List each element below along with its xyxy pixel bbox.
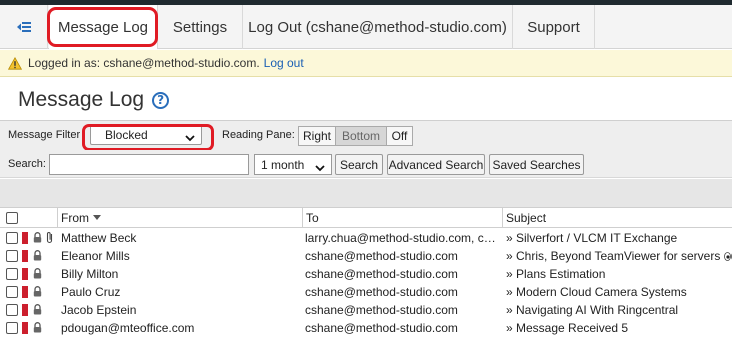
lock-icon xyxy=(33,286,42,300)
row-subject: » Modern Cloud Camera Systems xyxy=(506,285,687,299)
blocked-flag-icon xyxy=(22,322,28,334)
column-to[interactable]: To xyxy=(302,208,502,228)
message-filter-label: Message Filter xyxy=(8,129,81,141)
eyes-icon xyxy=(724,250,732,264)
row-to: cshane@method-studio.com xyxy=(305,303,458,317)
row-checkbox[interactable] xyxy=(6,322,18,334)
row-subject: » Message Received 5 xyxy=(506,321,629,335)
action-toolbar xyxy=(0,179,732,208)
column-from-label: From xyxy=(61,211,89,225)
row-checkbox[interactable] xyxy=(6,286,18,298)
blocked-flag-icon xyxy=(22,286,28,298)
row-from: Eleanor Mills xyxy=(61,249,130,263)
lock-icon xyxy=(33,232,42,246)
login-status-text: Logged in as: cshane@method-studio.com. xyxy=(28,56,260,70)
tab-message-log[interactable]: Message Log xyxy=(49,5,158,49)
column-subject[interactable]: Subject xyxy=(502,208,732,228)
row-subject-cell: » Modern Cloud Camera Systems xyxy=(506,285,732,299)
table-row[interactable]: Jacob Epstein cshane@method-studio.com » N… xyxy=(0,301,732,319)
table-row[interactable]: Matthew Beck larry.chua@method-studio.com… xyxy=(0,229,732,247)
blocked-flag-icon xyxy=(22,232,28,244)
tab-support[interactable]: Support xyxy=(513,5,595,49)
row-subject-cell: » Silverfort / VLCM IT Exchange xyxy=(506,231,732,245)
chevron-down-icon xyxy=(315,161,325,175)
row-subject: » Silverfort / VLCM IT Exchange xyxy=(506,231,678,245)
search-button[interactable]: Search xyxy=(335,154,383,175)
row-from: Billy Milton xyxy=(61,267,119,281)
search-label: Search: xyxy=(8,158,46,170)
advanced-search-button[interactable]: Advanced Search xyxy=(387,154,485,175)
row-checkbox[interactable] xyxy=(6,250,18,262)
collapse-sidebar-icon[interactable] xyxy=(0,5,48,49)
warning-icon xyxy=(8,56,22,70)
page-title: Message Log xyxy=(18,88,145,111)
row-from: Jacob Epstein xyxy=(61,303,137,317)
period-select[interactable]: 1 month xyxy=(254,154,332,175)
lock-icon xyxy=(33,268,42,282)
tab-log-out[interactable]: Log Out (cshane@method-studio.com) xyxy=(243,5,513,49)
reading-pane-bottom[interactable]: Bottom xyxy=(335,126,387,146)
blocked-flag-icon xyxy=(22,250,28,262)
row-checkbox[interactable] xyxy=(6,304,18,316)
row-subject: » Plans Estimation xyxy=(506,267,606,281)
blocked-flag-icon xyxy=(22,268,28,280)
filter-bar: Message Filter Blocked Reading Pane: Rig… xyxy=(0,121,732,150)
help-icon[interactable]: ? xyxy=(152,91,170,109)
message-filter-select[interactable]: Blocked xyxy=(90,125,202,145)
reading-pane-off[interactable]: Off xyxy=(386,126,413,146)
table-row[interactable]: Paulo Cruz cshane@method-studio.com » Mode… xyxy=(0,283,732,301)
row-subject-cell: » Navigating AI With Ringcentral xyxy=(506,303,732,317)
row-to: cshane@method-studio.com xyxy=(305,285,458,299)
message-grid-header: From To Subject xyxy=(0,208,732,228)
row-to: larry.chua@method-studio.com, csha... xyxy=(305,231,500,245)
row-subject-cell: » Message Received 5 xyxy=(506,321,732,335)
lock-icon xyxy=(33,250,42,264)
row-to: cshane@method-studio.com xyxy=(305,321,458,335)
row-subject-cell: » Plans Estimation xyxy=(506,267,732,281)
logout-link[interactable]: Log out xyxy=(264,56,304,70)
lock-icon xyxy=(33,304,42,318)
tab-settings[interactable]: Settings xyxy=(158,5,243,49)
column-subject-label: Subject xyxy=(506,211,547,225)
row-subject-cell: » Chris, Beyond TeamViewer for servers xyxy=(506,249,732,264)
row-to: cshane@method-studio.com xyxy=(305,249,458,263)
reading-pane-label: Reading Pane: xyxy=(222,129,295,141)
login-banner: Logged in as: cshane@method-studio.com. … xyxy=(0,50,732,77)
search-input[interactable] xyxy=(49,154,249,175)
row-checkbox[interactable] xyxy=(6,268,18,280)
saved-searches-button[interactable]: Saved Searches xyxy=(489,154,584,175)
row-subject: » Navigating AI With Ringcentral xyxy=(506,303,679,317)
row-checkbox[interactable] xyxy=(6,232,18,244)
blocked-flag-icon xyxy=(22,304,28,316)
row-from: pdougan@mteoffice.com xyxy=(61,321,195,335)
page-title-wrap: Message Log ? xyxy=(18,88,170,112)
column-to-label: To xyxy=(306,211,319,225)
row-from: Matthew Beck xyxy=(61,231,137,245)
period-value: 1 month xyxy=(261,157,305,172)
column-from[interactable]: From xyxy=(57,208,302,228)
table-row[interactable]: Eleanor Mills cshane@method-studio.com » C… xyxy=(0,247,732,265)
paperclip-icon xyxy=(45,231,54,247)
table-row[interactable]: Billy Milton cshane@method-studio.com » Pl… xyxy=(0,265,732,283)
row-to: cshane@method-studio.com xyxy=(305,267,458,281)
reading-pane-right[interactable]: Right xyxy=(298,126,336,146)
message-filter-value: Blocked xyxy=(105,128,148,142)
select-all-checkbox[interactable] xyxy=(6,212,18,224)
row-subject: » Chris, Beyond TeamViewer for servers xyxy=(506,249,721,263)
lock-icon xyxy=(33,322,42,336)
sort-desc-icon xyxy=(93,215,101,221)
table-row[interactable]: pdougan@mteoffice.com cshane@method-studi… xyxy=(0,319,732,337)
row-from: Paulo Cruz xyxy=(61,285,121,299)
chevron-down-icon xyxy=(185,131,195,145)
top-nav: Message Log Settings Log Out (cshane@met… xyxy=(0,5,732,49)
search-bar: Search: 1 month Search Advanced Search S… xyxy=(0,150,732,178)
